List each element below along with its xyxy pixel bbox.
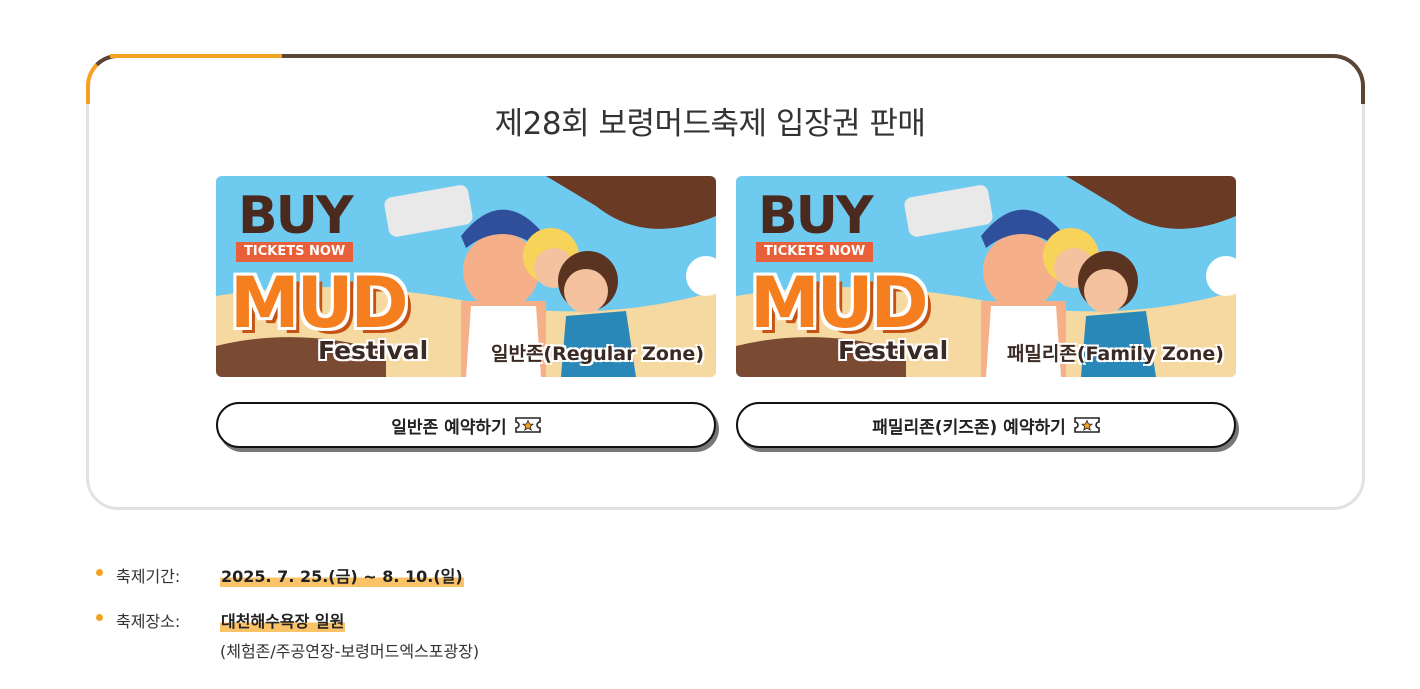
regular-zone-book-button[interactable]: 일반존 예약하기: [216, 402, 716, 448]
ticket-icon: [514, 417, 541, 433]
book-button-label: 패밀리존(키즈존) 예약하기: [872, 417, 1066, 438]
tickets-now-label: TICKETS NOW: [236, 242, 354, 262]
regular-zone-banner[interactable]: BUY TICKETS NOW MUD Festival 일반존(Regular…: [216, 176, 716, 377]
buy-text: BUY: [758, 186, 874, 246]
ticket-icon: [1073, 417, 1100, 433]
period-label: 축제기간:: [116, 567, 181, 586]
tickets-now-label: TICKETS NOW: [756, 242, 874, 262]
family-zone-book-button[interactable]: 패밀리존(키즈존) 예약하기: [736, 402, 1236, 448]
venue-label: 축제장소:: [116, 612, 181, 631]
page-title: 제28회 보령머드축제 입장권 판매: [494, 106, 926, 142]
book-button-label: 일반존 예약하기: [391, 417, 507, 438]
venue-value: 대천해수욕장 일원: [220, 608, 346, 632]
period-value: 2025. 7. 25.(금) ~ 8. 10.(일): [220, 563, 464, 587]
festival-text: Festival: [838, 336, 949, 365]
venue-sub: (체험존/주공연장-보령머드엑스포광장): [220, 642, 480, 661]
family-zone-banner[interactable]: BUY TICKETS NOW MUD Festival 패밀리존(Family…: [736, 176, 1236, 377]
buy-text: BUY: [238, 186, 354, 246]
bullet-icon: [96, 569, 103, 576]
mud-logo: MUD: [750, 262, 929, 344]
card-top-border: [86, 54, 1365, 104]
festival-text: Festival: [318, 336, 429, 365]
bullet-icon: [96, 614, 103, 621]
zone-label: 일반존(Regular Zone): [490, 343, 704, 365]
mud-logo: MUD: [230, 262, 409, 344]
zone-label: 패밀리존(Family Zone): [1006, 343, 1224, 365]
